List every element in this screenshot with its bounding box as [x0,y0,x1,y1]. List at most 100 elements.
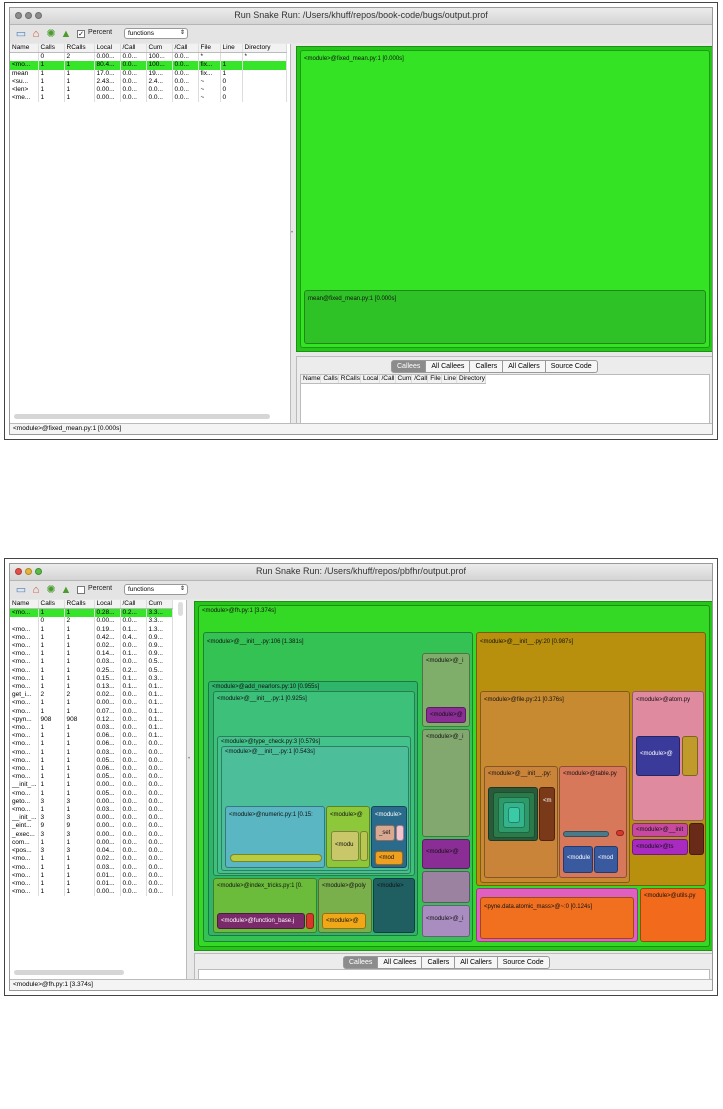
map-node-nested-2[interactable] [498,797,530,833]
square-map-view[interactable]: <module>@fh.py:1 [3.374s] <module>@__ini… [194,601,712,951]
table-row[interactable]: <len> 1 1 0.00... 0.0... 0.0... 0.0... ~0 [10,86,287,95]
horizontal-scrollbar[interactable] [14,414,270,419]
up-arrow-icon[interactable]: ▲ [60,584,72,596]
map-node-modu[interactable]: <modu [331,831,359,861]
column-header[interactable]: File [427,375,442,385]
column-header[interactable]: RCalls [64,600,95,610]
open-folder-icon[interactable]: ▭ [15,28,27,40]
tab-callees[interactable]: Callees [343,956,379,969]
column-header[interactable]: /Call [120,600,147,610]
map-node-root[interactable]: <module>@fh.py:1 [3.374s] <module>@__ini… [198,605,710,947]
table-row[interactable]: <mo... 1 1 0.07... 0.0... 0.1... [10,707,173,716]
map-node-brown[interactable] [689,823,704,855]
table-row[interactable]: <mo... 1 1 0.28... 0.2... 3.3... [10,608,173,618]
table-row[interactable]: <mo... 1 1 0.25... 0.2... 0.5... [10,666,173,675]
map-node-type-check[interactable]: <module>@type_check.py:3 [0.579s] <modul… [217,736,411,874]
table-row[interactable]: <mo... 1 1 0.06... 0.0... 0.0... [10,740,173,749]
table-row[interactable]: 0 2 0.00... 0.0... 3.3... [10,617,173,626]
table-row[interactable]: <pos... 3 3 0.04... 0.0... 0.0... [10,847,173,856]
map-node-function-base[interactable]: <module>@function_base.j [217,913,305,929]
map-node-tiny[interactable] [396,825,404,841]
table-row[interactable]: geto... 3 3 0.00... 0.0... 0.0... [10,797,173,807]
table-row[interactable]: <mo... 1 1 0.00... 0.0... 0.1... [10,699,173,708]
map-node-init20[interactable]: <module>@__init__.py:20 [0.987s] <module… [476,632,706,886]
open-folder-icon[interactable]: ▭ [15,584,27,596]
map-node-mod-init[interactable]: <module>@__init [632,823,688,837]
table-row[interactable]: <mo... 1 1 80.4... 0.0... 100... 0.0... fix... 1 [10,61,287,70]
view-mode-select[interactable]: functions ⇕ [124,28,188,39]
map-node-nested-squares[interactable] [488,787,538,841]
table-row[interactable]: <mo... 1 1 0.03... 0.0... 0.5... [10,658,173,667]
tab-all-callees[interactable]: All Callees [378,956,423,969]
map-node-index-tricks[interactable]: <module>@index_tricks.py:1 [0. <module>@… [213,878,317,933]
map-node-side2[interactable]: <module>@_i [422,729,470,837]
table-row[interactable]: <mo... 1 1 0.05... 0.0... 0.0... [10,773,173,782]
column-header[interactable]: Cum [395,375,413,385]
map-node-root[interactable]: <module>@fixed_mean.py:1 [0.000s] mean@f… [300,50,710,348]
table-row[interactable]: <pyn... 908 908 0.12... 0.0... 0.1... [10,715,173,725]
map-node-table-bar[interactable] [563,831,609,837]
map-node-init-inner[interactable]: <module>@__init__.py: <m [484,766,558,878]
table-row[interactable]: __init_... 3 3 0.00... 0.0... 0.0... [10,814,173,823]
column-header[interactable]: Directory [456,375,487,385]
table-row[interactable]: <me... 1 1 0.00... 0.0... 0.0... 0.0... ~0 [10,94,287,103]
column-header[interactable]: Line [441,375,458,385]
map-node-set[interactable]: _set [375,825,395,841]
table-row[interactable]: <mo... 1 1 0.15... 0.1... 0.3... [10,674,173,684]
map-node-poly[interactable]: <module>@poly <module>@ [318,878,372,933]
column-header[interactable]: Calls [320,375,339,385]
vertical-scrollbar[interactable] [178,602,183,616]
tab-callees[interactable]: Callees [391,360,427,373]
column-header[interactable]: /Call [411,375,429,385]
column-header[interactable]: Directory [242,44,287,54]
table-row[interactable]: <su... 1 1 2.43... 0.0... 2.4... 0.0... ~0 [10,77,287,87]
map-node-utils[interactable]: <module>@utils.py [640,888,706,942]
home-icon[interactable]: ⌂ [30,584,42,596]
table-row[interactable]: <mo... 1 1 0.19... 0.1... 1.3... [10,625,173,634]
map-node-side4a[interactable] [422,871,470,903]
table-row[interactable]: <mo... 1 1 0.00... 0.0... 0.0... [10,888,173,897]
column-header[interactable]: Line [220,44,243,54]
map-node-small[interactable] [360,831,368,861]
column-header[interactable]: Calls [38,600,65,610]
tab-source-code[interactable]: Source Code [497,956,550,969]
map-node-mod-a[interactable]: <module>@ <modu [326,806,370,868]
map-node-side1[interactable]: <module>@_i <module>@ [422,653,470,727]
map-node-side1b[interactable]: <module>@ [426,707,466,723]
up-arrow-icon[interactable]: ▲ [60,28,72,40]
table-row[interactable]: <mo... 1 1 0.14... 0.1... 0.9... [10,650,173,659]
horizontal-scrollbar[interactable] [14,970,124,975]
map-node-mod-e[interactable]: <module>@ [322,913,366,929]
column-header[interactable]: RCalls [338,375,361,385]
table-row[interactable]: 0 2 0.00... 0.0... 100... 0.0... * * [10,52,287,62]
map-node-init1a[interactable]: <module>@__init__.py:1 [0.925s] <module>… [213,691,415,876]
table-row[interactable]: <mo... 1 1 0.01... 0.0... 0.0... [10,871,173,880]
table-row[interactable]: <mo... 1 1 0.13... 0.1... 0.1... [10,683,173,692]
map-node-mod-f[interactable]: <mod [594,846,618,873]
percent-checkbox[interactable] [77,586,85,594]
column-header[interactable]: Name [301,375,322,385]
table-row[interactable]: <mo... 1 1 0.42... 0.4... 0.9... [10,633,173,643]
map-node-mod-g[interactable]: <module>@ [636,736,680,776]
column-header[interactable]: RCalls [64,44,95,54]
percent-checkbox[interactable]: ✓ [77,30,85,38]
map-node-red[interactable] [306,913,314,929]
table-row[interactable]: <mo... 1 1 0.02... 0.0... 0.0... [10,855,173,864]
table-row[interactable]: <mo... 1 1 0.06... 0.0... 0.1... [10,732,173,741]
tab-callers[interactable]: Callers [422,956,456,969]
table-row[interactable]: <mo... 1 1 0.05... 0.0... 0.0... [10,756,173,766]
column-header[interactable]: Local [94,600,121,610]
tab-all-callees[interactable]: All Callees [426,360,471,373]
map-node-mod-c[interactable]: <mod [375,851,403,865]
column-header[interactable]: Local [360,375,380,385]
map-node-nested-1[interactable] [493,792,535,838]
map-node-atom[interactable]: <module>@atom.py <module>@ [632,691,704,821]
map-node-side3[interactable]: <module>@ [422,839,470,869]
column-header[interactable]: Cum [146,600,173,610]
column-header[interactable]: Name [10,600,39,610]
map-node-file[interactable]: <module>@file.py:21 [0.376s] <module>@__… [480,691,630,883]
map-node-side4[interactable]: <module>@_i [422,905,470,937]
tab-all-callers[interactable]: All Callers [455,956,498,969]
map-node-init106[interactable]: <module>@__init__.py:106 [1.381s] <modul… [203,632,473,942]
map-node-mod-b[interactable]: <module> _set <mod [371,806,407,868]
